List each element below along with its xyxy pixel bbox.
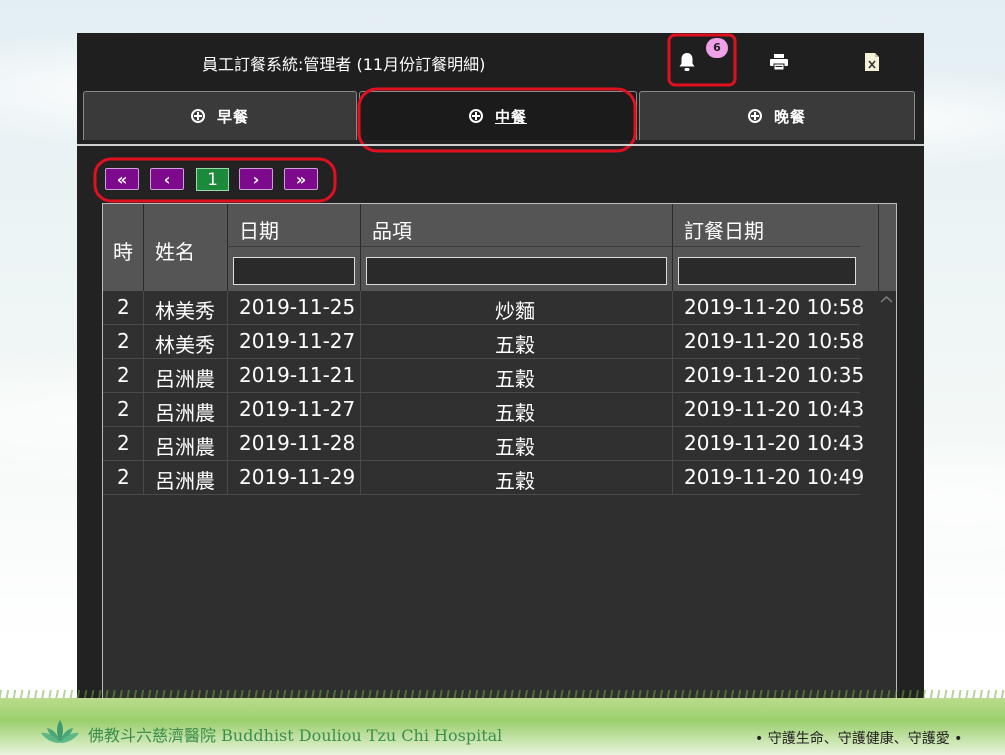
tab-dinner[interactable]: 晚餐 [639, 91, 915, 140]
first-page-button[interactable]: « [105, 168, 139, 190]
bell-icon[interactable] [675, 50, 699, 74]
print-icon[interactable] [767, 50, 791, 74]
cell-item: 五穀 [495, 367, 535, 391]
hospital-slogan: • 守護生命、守護健康、守護愛 • [755, 731, 963, 747]
table-row[interactable]: 2 呂洲農 2019-11-29 五穀 2019-11-20 10:49 [103, 461, 864, 495]
tab-divider [77, 144, 924, 146]
cell-name: 林美秀 [155, 299, 215, 323]
plus-circle-icon [468, 109, 483, 123]
column-header-order-date[interactable]: 訂餐日期 [684, 215, 764, 244]
table-row[interactable]: 2 林美秀 2019-11-25 炒麵 2019-11-20 10:58 [103, 291, 864, 325]
cell-time: 2 [117, 329, 130, 353]
cell-item: 五穀 [495, 435, 535, 459]
column-header-date[interactable]: 日期 [239, 215, 279, 244]
cell-order-date: 2019-11-20 10:43 [684, 397, 865, 421]
column-header-item[interactable]: 品項 [372, 215, 412, 244]
cell-order-date: 2019-11-20 10:43 [684, 431, 865, 455]
lotus-logo-icon [38, 718, 82, 750]
cell-name: 呂洲農 [155, 435, 215, 459]
tab-dinner-label: 晚餐 [773, 107, 806, 126]
column-header-name[interactable]: 姓名 [155, 236, 195, 265]
table-row[interactable]: 2 呂洲農 2019-11-27 五穀 2019-11-20 10:43 [103, 393, 864, 427]
cell-item: 五穀 [495, 401, 535, 425]
tab-lunch-label: 中餐 [494, 107, 527, 126]
cell-name: 呂洲農 [155, 367, 215, 391]
table-header: 時 姓名 日期 品項 訂餐日期 [103, 204, 896, 291]
plus-circle-icon [190, 109, 205, 123]
cell-time: 2 [117, 465, 130, 489]
tab-breakfast-label: 早餐 [216, 107, 249, 126]
cell-order-date: 2019-11-20 10:58 [684, 329, 865, 353]
hospital-name: 佛教斗六慈濟醫院 Buddhist Douliou Tzu Chi Hospit… [88, 726, 503, 745]
cell-date: 2019-11-27 [239, 329, 356, 353]
plus-circle-icon [747, 109, 762, 123]
order-table: 時 姓名 日期 品項 訂餐日期 2 林美秀 2019-11-25 炒麵 2019… [102, 203, 897, 699]
cell-time: 2 [117, 397, 130, 421]
date-filter-input[interactable] [233, 257, 355, 285]
table-row[interactable]: 2 林美秀 2019-11-27 五穀 2019-11-20 10:58 [103, 325, 864, 359]
cell-item: 五穀 [495, 333, 535, 357]
prev-page-button[interactable]: ‹ [150, 168, 184, 190]
app-window: 員工訂餐系統:管理者 (11月份訂餐明細) 6 早餐 中餐 晚餐 « ‹ 1 ›… [77, 33, 924, 699]
cell-time: 2 [117, 295, 130, 319]
cell-date: 2019-11-25 [239, 295, 356, 319]
cell-item: 五穀 [495, 469, 535, 493]
last-page-button[interactable]: » [284, 168, 318, 190]
cell-item: 炒麵 [495, 299, 535, 323]
current-page[interactable]: 1 [196, 168, 229, 191]
tab-lunch[interactable]: 中餐 [359, 91, 637, 140]
item-filter-input[interactable] [366, 257, 667, 285]
page-title: 員工訂餐系統:管理者 (11月份訂餐明細) [202, 55, 486, 74]
notification-badge: 6 [706, 38, 728, 58]
cell-time: 2 [117, 363, 130, 387]
cell-date: 2019-11-29 [239, 465, 356, 489]
cell-date: 2019-11-27 [239, 397, 356, 421]
cell-date: 2019-11-21 [239, 363, 356, 387]
excel-icon[interactable] [860, 50, 884, 74]
cell-date: 2019-11-28 [239, 431, 356, 455]
cell-name: 呂洲農 [155, 401, 215, 425]
next-page-button[interactable]: › [239, 168, 273, 190]
cell-name: 呂洲農 [155, 469, 215, 493]
header-bar: 員工訂餐系統:管理者 (11月份訂餐明細) 6 [77, 33, 924, 91]
table-row[interactable]: 2 呂洲農 2019-11-21 五穀 2019-11-20 10:35 [103, 359, 864, 393]
cell-order-date: 2019-11-20 10:49 [684, 465, 865, 489]
table-row[interactable]: 2 呂洲農 2019-11-28 五穀 2019-11-20 10:43 [103, 427, 864, 461]
cell-order-date: 2019-11-20 10:35 [684, 363, 865, 387]
cell-name: 林美秀 [155, 333, 215, 357]
order-date-filter-input[interactable] [678, 257, 856, 285]
table-body: 2 林美秀 2019-11-25 炒麵 2019-11-20 10:58 2 林… [103, 291, 864, 495]
cell-time: 2 [117, 431, 130, 455]
tab-breakfast[interactable]: 早餐 [83, 91, 357, 140]
scroll-up-icon[interactable] [877, 292, 896, 306]
vertical-scrollbar[interactable] [877, 291, 896, 699]
cell-order-date: 2019-11-20 10:58 [684, 295, 865, 319]
column-header-time[interactable]: 時 [113, 236, 133, 265]
